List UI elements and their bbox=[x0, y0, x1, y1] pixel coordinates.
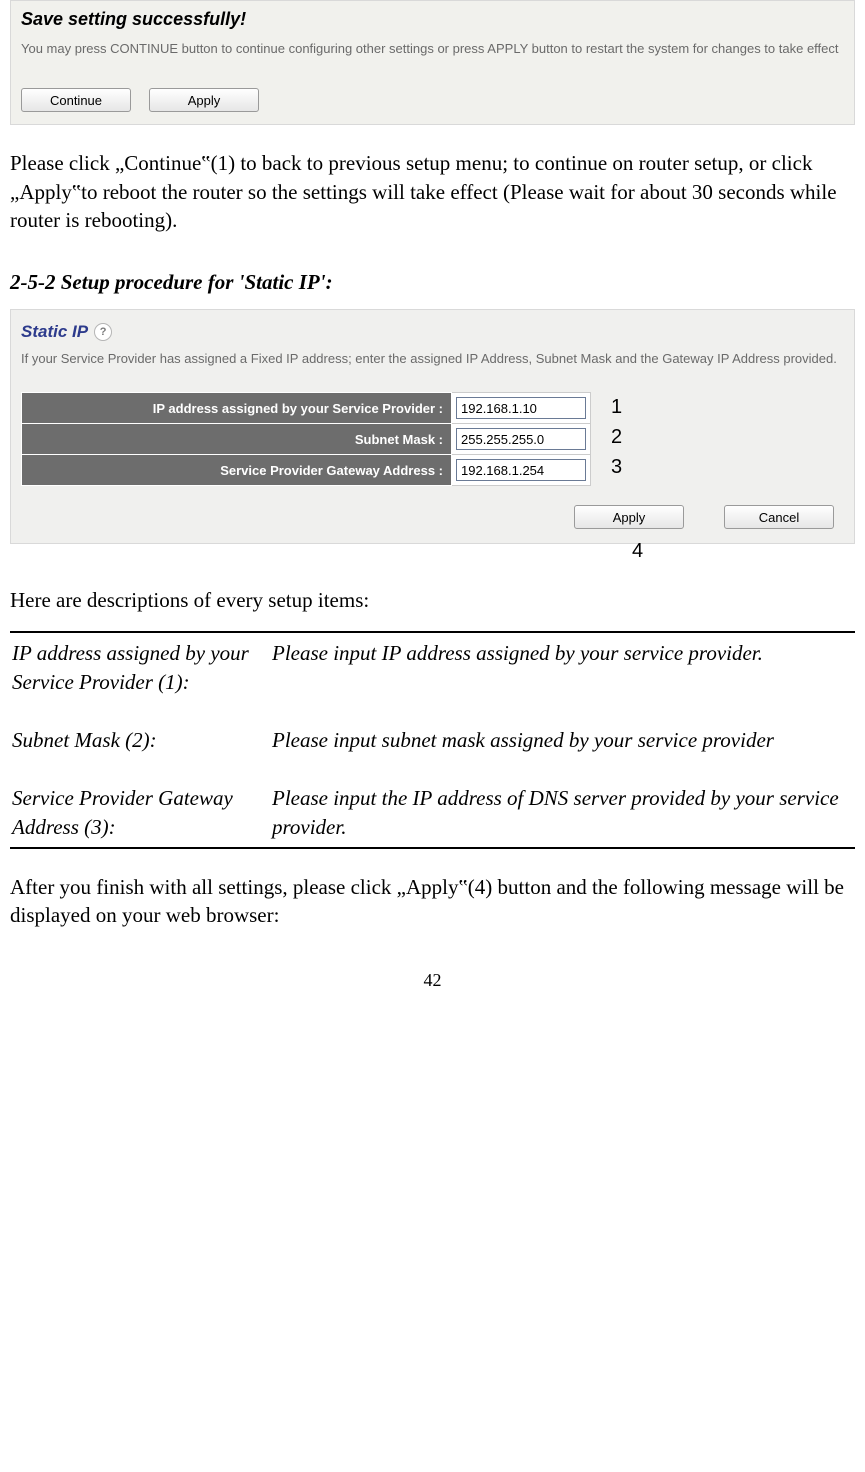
desc-text-gateway: Please input the IP address of DNS serve… bbox=[272, 784, 853, 841]
input-subnet-mask[interactable] bbox=[456, 428, 586, 450]
page-number: 42 bbox=[10, 970, 855, 991]
continue-button[interactable]: Continue bbox=[21, 88, 131, 112]
desc-label-subnet: Subnet Mask (2): bbox=[12, 726, 252, 754]
instruction-paragraph-2: After you finish with all settings, plea… bbox=[10, 873, 855, 930]
desc-row-ip: IP address assigned by your Service Prov… bbox=[12, 635, 853, 700]
form-row-ip: IP address assigned by your Service Prov… bbox=[22, 393, 591, 424]
annotation-badge-4: 4 bbox=[632, 540, 643, 563]
static-ip-hint: If your Service Provider has assigned a … bbox=[21, 350, 844, 368]
annotation-badge-3: 3 bbox=[611, 456, 622, 479]
apply-button-top[interactable]: Apply bbox=[149, 88, 259, 112]
save-setting-panel: Save setting successfully! You may press… bbox=[10, 0, 855, 125]
descriptions-intro: Here are descriptions of every setup ite… bbox=[10, 588, 855, 613]
apply-button[interactable]: Apply bbox=[574, 505, 684, 529]
instruction-paragraph-1: Please click „Continue‟(1) to back to pr… bbox=[10, 149, 855, 234]
save-setting-hint: You may press CONTINUE button to continu… bbox=[21, 40, 844, 58]
input-gateway-address[interactable] bbox=[456, 459, 586, 481]
form-row-subnet: Subnet Mask : bbox=[22, 424, 591, 455]
static-ip-button-row: Apply Cancel bbox=[21, 505, 844, 529]
section-heading-2-5-2: 2-5-2 Setup procedure for 'Static IP': bbox=[10, 270, 855, 295]
help-icon[interactable]: ? bbox=[94, 323, 112, 341]
label-gateway-address: Service Provider Gateway Address : bbox=[22, 455, 452, 486]
desc-label-ip: IP address assigned by your Service Prov… bbox=[12, 639, 252, 696]
input-ip-address[interactable] bbox=[456, 397, 586, 419]
cancel-button[interactable]: Cancel bbox=[724, 505, 834, 529]
label-ip-address: IP address assigned by your Service Prov… bbox=[22, 393, 452, 424]
desc-label-gateway: Service Provider Gateway Address (3): bbox=[12, 784, 252, 841]
label-subnet-mask: Subnet Mask : bbox=[22, 424, 452, 455]
desc-text-ip: Please input IP address assigned by your… bbox=[272, 639, 853, 696]
static-ip-form-table: IP address assigned by your Service Prov… bbox=[21, 392, 591, 486]
static-ip-title-text: Static IP bbox=[21, 322, 88, 342]
descriptions-table: IP address assigned by your Service Prov… bbox=[10, 631, 855, 849]
desc-row-gateway: Service Provider Gateway Address (3): Pl… bbox=[12, 780, 853, 845]
desc-text-subnet: Please input subnet mask assigned by you… bbox=[272, 726, 853, 754]
save-setting-button-row: Continue Apply bbox=[21, 88, 844, 112]
annotation-badge-1: 1 bbox=[611, 396, 622, 419]
static-ip-panel: Static IP ? If your Service Provider has… bbox=[10, 309, 855, 544]
form-row-gateway: Service Provider Gateway Address : bbox=[22, 455, 591, 486]
static-ip-title: Static IP ? bbox=[21, 322, 844, 342]
save-setting-title: Save setting successfully! bbox=[21, 9, 844, 30]
desc-row-subnet: Subnet Mask (2): Please input subnet mas… bbox=[12, 722, 853, 758]
annotation-badge-2: 2 bbox=[611, 426, 622, 449]
